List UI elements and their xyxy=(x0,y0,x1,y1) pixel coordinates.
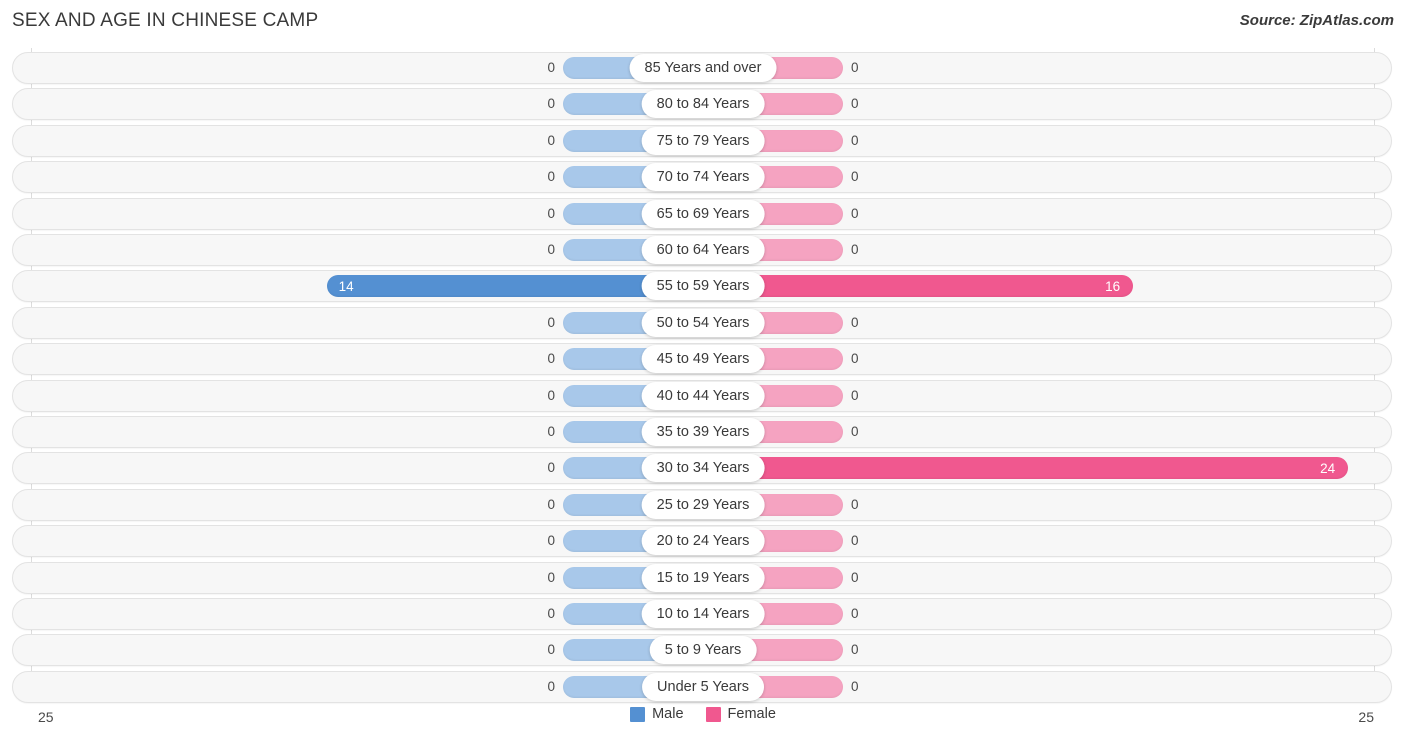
table-row: 0 0 15 to 19 Years xyxy=(0,560,1406,596)
table-row: 0 0 5 to 9 Years xyxy=(0,632,1406,668)
value-male: 0 xyxy=(547,460,555,476)
age-group-label: 45 to 49 Years xyxy=(641,345,765,374)
value-male: 0 xyxy=(547,314,555,330)
table-row: 0 0 50 to 54 Years xyxy=(0,305,1406,341)
table-row: 0 0 70 to 74 Years xyxy=(0,159,1406,195)
age-group-label: 60 to 64 Years xyxy=(641,236,765,264)
value-female: 0 xyxy=(851,496,859,512)
table-row: 0 0 65 to 69 Years xyxy=(0,196,1406,232)
legend-label: Male xyxy=(652,706,684,722)
value-female: 0 xyxy=(851,205,859,221)
age-group-label: 10 to 14 Years xyxy=(641,600,765,628)
age-group-label: 35 to 39 Years xyxy=(641,418,765,446)
age-group-label: 30 to 34 Years xyxy=(641,454,765,483)
value-male: 0 xyxy=(547,205,555,221)
value-male: 0 xyxy=(547,96,555,112)
bar-female[interactable] xyxy=(703,457,1349,480)
age-group-label: 75 to 79 Years xyxy=(641,126,765,155)
legend-item-female[interactable]: Female xyxy=(705,706,776,722)
value-male: 0 xyxy=(547,569,555,585)
age-group-label: 15 to 19 Years xyxy=(641,563,765,592)
chart-header: SEX AND AGE IN CHINESE CAMP Source: ZipA… xyxy=(0,0,1406,44)
page-title: SEX AND AGE IN CHINESE CAMP xyxy=(12,10,319,31)
value-female: 0 xyxy=(851,314,859,330)
value-female: 0 xyxy=(851,642,859,658)
legend-item-male[interactable]: Male xyxy=(630,706,684,722)
table-row: 0 0 80 to 84 Years xyxy=(0,86,1406,122)
value-female: 0 xyxy=(851,387,859,403)
value-female: 24 xyxy=(1320,461,1336,477)
chart-footer: 25 25 Male Female xyxy=(0,703,1406,740)
table-row: 0 0 25 to 29 Years xyxy=(0,487,1406,523)
value-male: 0 xyxy=(547,351,555,367)
value-male: 0 xyxy=(547,60,555,75)
age-group-label: 80 to 84 Years xyxy=(641,90,765,119)
value-female: 0 xyxy=(851,132,859,148)
age-group-label: Under 5 Years xyxy=(642,672,764,701)
value-male: 0 xyxy=(547,606,555,621)
legend-label: Female xyxy=(727,706,776,722)
value-male: 0 xyxy=(547,533,555,549)
value-female: 0 xyxy=(851,169,859,185)
value-female: 0 xyxy=(851,569,859,585)
table-row: 0 24 30 to 34 Years xyxy=(0,450,1406,486)
value-male: 0 xyxy=(547,132,555,148)
table-row: 0 0 85 Years and over xyxy=(0,50,1406,86)
age-group-label: 5 to 9 Years xyxy=(649,636,757,665)
source-attribution: Source: ZipAtlas.com xyxy=(1239,12,1394,29)
value-male: 0 xyxy=(547,678,555,694)
value-male: 0 xyxy=(547,424,555,439)
age-group-label: 50 to 54 Years xyxy=(641,308,765,337)
age-group-label: 65 to 69 Years xyxy=(641,199,765,228)
table-row: 0 0 40 to 44 Years xyxy=(0,378,1406,414)
value-male: 14 xyxy=(338,279,354,295)
table-row: 0 0 75 to 79 Years xyxy=(0,123,1406,159)
population-pyramid-chart: 0 0 85 Years and over 0 0 80 to 84 Years 0 0 75 … xyxy=(0,48,1406,703)
table-row: 0 0 35 to 39 Years xyxy=(0,414,1406,450)
value-male: 0 xyxy=(547,169,555,185)
value-male: 0 xyxy=(547,496,555,512)
value-male: 0 xyxy=(547,642,555,658)
value-female: 0 xyxy=(851,606,859,621)
age-group-label: 20 to 24 Years xyxy=(641,527,765,556)
bar-female[interactable] xyxy=(703,275,1134,298)
table-row: 0 0 45 to 49 Years xyxy=(0,341,1406,377)
table-row: 14 16 55 to 59 Years xyxy=(0,268,1406,304)
value-female: 0 xyxy=(851,424,859,439)
legend-swatch-icon xyxy=(630,707,646,722)
value-female: 0 xyxy=(851,351,859,367)
age-group-label: 40 to 44 Years xyxy=(641,381,765,410)
age-group-label: 25 to 29 Years xyxy=(641,490,765,519)
age-group-label: 55 to 59 Years xyxy=(641,272,765,301)
table-row: 0 0 60 to 64 Years xyxy=(0,232,1406,268)
value-female: 16 xyxy=(1105,279,1121,295)
table-row: 0 0 10 to 14 Years xyxy=(0,596,1406,632)
value-female: 0 xyxy=(851,242,859,257)
age-group-label: 70 to 74 Years xyxy=(641,163,765,192)
table-row: 0 0 Under 5 Years xyxy=(0,669,1406,705)
legend-swatch-icon xyxy=(705,707,721,722)
value-male: 0 xyxy=(547,387,555,403)
age-group-label: 85 Years and over xyxy=(629,54,777,82)
value-female: 0 xyxy=(851,533,859,549)
value-female: 0 xyxy=(851,678,859,694)
value-female: 0 xyxy=(851,60,859,75)
value-male: 0 xyxy=(547,242,555,257)
table-row: 0 0 20 to 24 Years xyxy=(0,523,1406,559)
value-female: 0 xyxy=(851,96,859,112)
chart-legend: Male Female xyxy=(0,707,1406,722)
